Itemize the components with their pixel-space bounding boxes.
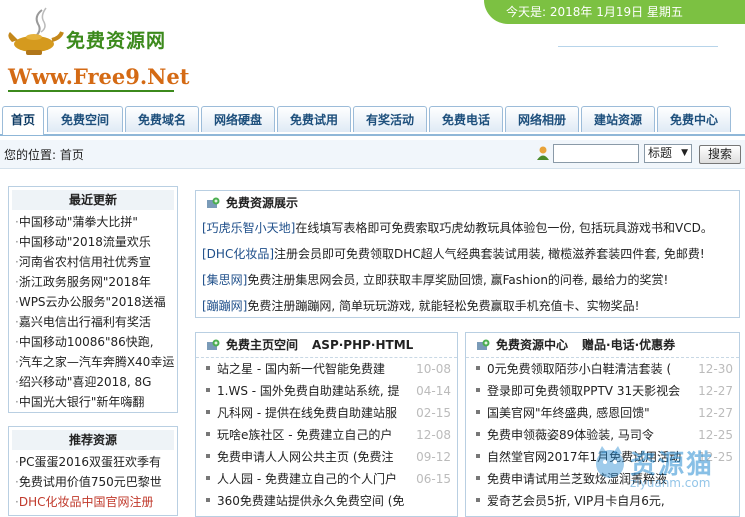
free-center-header: 免费资源中心 赠品·电话·优惠券	[466, 333, 739, 358]
list-item[interactable]: ·绍兴移动"喜迎2018, 8G	[9, 372, 177, 392]
watermark-url: ziyuanm.com	[630, 476, 711, 490]
list-item[interactable]: 国美官网"年终盛典, 感恩回馈" 12-27	[466, 402, 739, 424]
list-item[interactable]: ·嘉兴电信出行福利有奖活	[9, 312, 177, 332]
list-item[interactable]: 凡科网 - 提供在线免费自助建站服 02-15	[196, 402, 457, 424]
logo-english-text: Www.Free9.Net	[8, 64, 190, 89]
list-item[interactable]: ·中国移动"蒲拳大比拼"	[9, 212, 177, 232]
user-icon	[537, 146, 549, 160]
list-item[interactable]: ·中国光大银行"新年嗨翻	[9, 392, 177, 412]
section-icon	[477, 339, 490, 350]
magic-lamp-icon	[8, 7, 64, 55]
header-divider	[558, 46, 718, 47]
cat-logo-icon	[596, 446, 624, 478]
logo-chinese-text: 免费资源网	[66, 30, 167, 52]
chevron-down-icon: ▼	[681, 148, 688, 158]
section-icon	[207, 339, 220, 350]
list-item[interactable]: ·PC蛋蛋2016双蛋狂欢季有	[9, 452, 177, 472]
search-select-value: 标题	[648, 146, 673, 160]
free-space-title: 免费主页空间	[226, 338, 299, 352]
nav-tab-free-domain[interactable]: 免费域名	[125, 106, 199, 132]
nav-tab-free-center[interactable]: 免费中心	[657, 106, 731, 132]
nav-tab-free-space[interactable]: 免费空间	[47, 106, 123, 132]
logo-underline	[8, 90, 174, 92]
featured-item[interactable]: [蹦蹦网]免费注册蹦蹦网, 简单玩玩游戏, 就能轻松免费赢取手机充值卡、实物奖品…	[196, 293, 739, 319]
list-item[interactable]: ·免费试用价值750元巴黎世	[9, 472, 177, 492]
featured-item[interactable]: [巧虎乐智小天地]在线填写表格即可免费索取巧虎幼教玩具体验包一份, 包括玩具游戏…	[196, 215, 739, 241]
date-banner: 今天是: 2018年 1月19日 星期五	[484, 0, 745, 24]
featured-item[interactable]: [集思网]免费注册集思网会员, 立即获取丰厚奖励回馈, 赢Fashion的问卷,…	[196, 267, 739, 293]
list-item[interactable]: 玩啥e族社区 - 免费建立自己的户 12-08	[196, 424, 457, 446]
list-item[interactable]: 360免费建站提供永久免费空间 (免	[196, 490, 457, 512]
nav-tab-network-disk[interactable]: 网络硬盘	[201, 106, 275, 132]
list-item[interactable]: 登录即可免费领取PPTV 31天影视会 12-27	[466, 380, 739, 402]
latest-updates-panel: 最近更新 ·中国移动"蒲拳大比拼" ·中国移动"2018流量欢乐 ·河南省农村信…	[8, 186, 178, 413]
search-input[interactable]	[553, 144, 639, 163]
list-item[interactable]: ·WPS云办公服务"2018送福	[9, 292, 177, 312]
list-item[interactable]: 0元免费领取陌莎小白鞋清洁套装 (12-30	[466, 358, 739, 380]
nav-tab-prize-events[interactable]: 有奖活动	[353, 106, 427, 132]
list-item[interactable]: ·中国移动"2018流量欢乐	[9, 232, 177, 252]
list-item[interactable]: 1.WS - 国外免费自助建站系统, 提 04-14	[196, 380, 457, 402]
list-item[interactable]: 人人园 - 免费建立自己的个人门户 06-15	[196, 468, 457, 490]
list-item[interactable]: ·浙江政务服务网"2018年	[9, 272, 177, 292]
search-button[interactable]: 搜索	[699, 145, 741, 164]
section-icon	[207, 197, 220, 208]
featured-item[interactable]: [DHC化妆品]注册会员即可免费领取DHC超人气经典套装试用装, 橄榄滋养套装四…	[196, 241, 739, 267]
breadcrumb: 您的位置: 首页	[4, 148, 84, 162]
site-header: 免费资源网 Www.Free9.Net 今天是: 2018年 1月19日 星期五	[0, 0, 745, 100]
list-item[interactable]: ·中国移动10086"86快跑,	[9, 332, 177, 352]
featured-title: 免费资源展示	[226, 196, 299, 210]
free-center-title: 免费资源中心	[496, 338, 569, 352]
search-field-select[interactable]: 标题 ▼	[644, 144, 692, 163]
list-item[interactable]: ·河南省农村信用社优秀宣	[9, 252, 177, 272]
list-item[interactable]: ·汽车之家—汽车奔腾X40幸运	[9, 352, 177, 372]
nav-tab-free-trial[interactable]: 免费试用	[277, 106, 351, 132]
nav-tab-photo-album[interactable]: 网络相册	[505, 106, 579, 132]
recommended-panel: 推荐资源 ·PC蛋蛋2016双蛋狂欢季有 ·免费试用价值750元巴黎世 ·DHC…	[8, 426, 178, 516]
free-space-header: 免费主页空间 ASP·PHP·HTML	[196, 333, 457, 358]
featured-header: 免费资源展示	[196, 191, 739, 215]
list-item[interactable]: 免费申请人人网公共主页 (免费注 09-12	[196, 446, 457, 468]
free-space-panel: 免费主页空间 ASP·PHP·HTML 站之星 - 国内新一代智能免费建 10-08…	[195, 332, 458, 517]
main-nav: 首页 免费空间 免费域名 网络硬盘 免费试用 有奖活动 免费电话 网络相册 建站…	[0, 104, 745, 136]
recommended-title: 推荐资源	[12, 430, 174, 450]
site-logo[interactable]: 免费资源网 Www.Free9.Net	[4, 2, 189, 92]
latest-updates-title: 最近更新	[12, 190, 174, 210]
list-item[interactable]: ·DHC化妆品中国官网注册	[9, 492, 177, 512]
free-center-subtitle: 赠品·电话·优惠券	[582, 338, 676, 352]
free-space-subtitle: ASP·PHP·HTML	[312, 338, 414, 352]
list-item[interactable]: 站之星 - 国内新一代智能免费建 10-08	[196, 358, 457, 380]
nav-tab-free-phone[interactable]: 免费电话	[429, 106, 503, 132]
site-watermark: 资源猫 ziyuanm.com	[590, 440, 745, 505]
nav-tab-site-resources[interactable]: 建站资源	[581, 106, 655, 132]
nav-tab-home[interactable]: 首页	[2, 106, 44, 135]
featured-resources-panel: 免费资源展示 [巧虎乐智小天地]在线填写表格即可免费索取巧虎幼教玩具体验包一份,…	[195, 190, 740, 318]
location-bar: 您的位置: 首页 标题 ▼ 搜索	[0, 140, 745, 169]
